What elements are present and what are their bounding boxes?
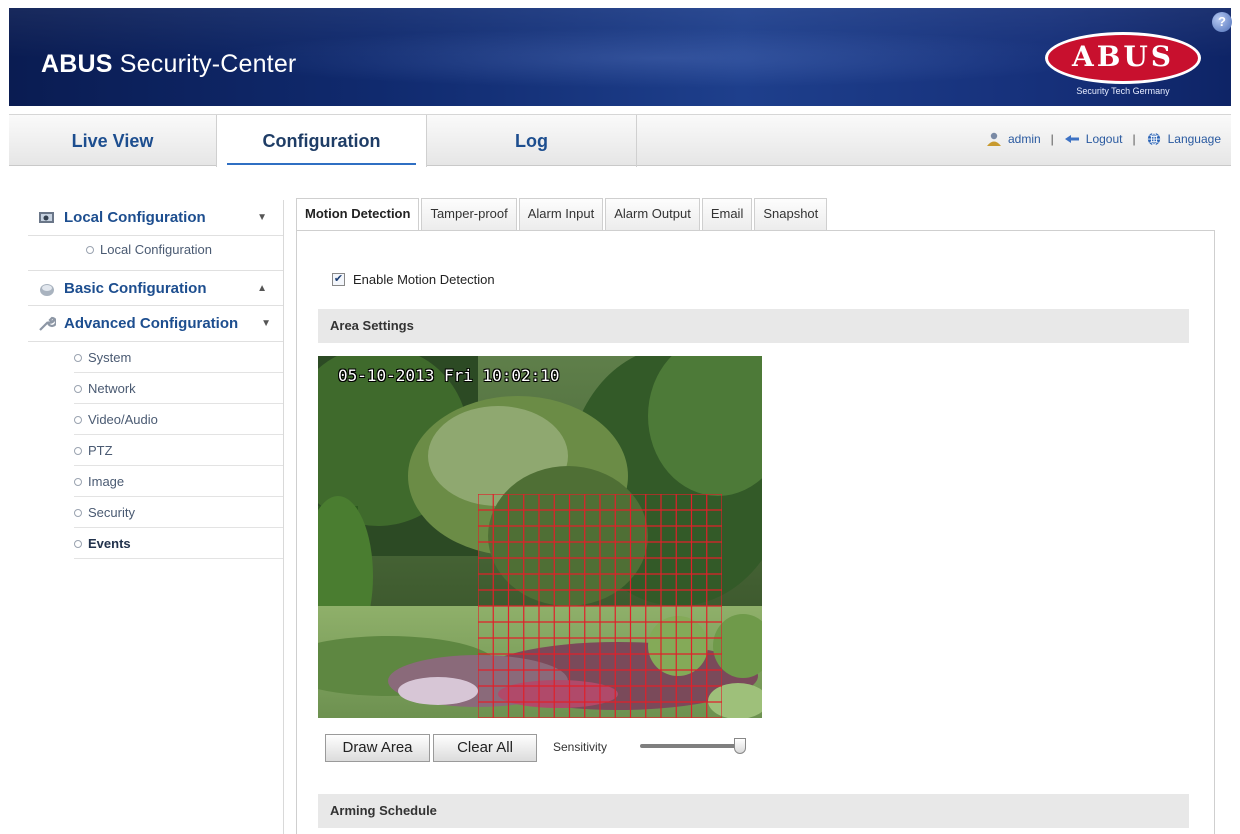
header-banner: ABUS Security-Center ABUS Security Tech … <box>9 8 1231 106</box>
user-area-separator: | <box>1050 132 1054 146</box>
wrench-icon <box>39 316 56 331</box>
abus-logo: ABUS Security Tech Germany <box>1041 30 1209 102</box>
logout-link[interactable]: Logout <box>1086 132 1123 146</box>
tab-email[interactable]: Email <box>701 198 753 230</box>
tab-snapshot[interactable]: Snapshot <box>754 198 828 230</box>
user-area-separator: | <box>1132 132 1136 146</box>
abus-logo-tagline: Security Tech Germany <box>1076 86 1170 96</box>
chevron-up-icon: ▲ <box>257 283 267 294</box>
page: ABUS Security-Center ABUS Security Tech … <box>0 0 1240 834</box>
tab-alarm-input[interactable]: Alarm Input <box>518 198 604 230</box>
tab-motion-detection[interactable]: Motion Detection <box>296 198 420 231</box>
sidebar-item-image[interactable]: Image <box>74 466 283 497</box>
user-name[interactable]: admin <box>1008 132 1041 146</box>
nav-tab-live-view[interactable]: Live View <box>9 115 217 167</box>
sidebar-advanced-configuration-label: Advanced Configuration <box>64 315 239 332</box>
enable-motion-row: ✔ Enable Motion Detection <box>332 272 495 287</box>
sensitivity-slider-thumb[interactable] <box>734 738 746 754</box>
app-title-product: Security-Center <box>112 50 297 78</box>
sidebar-local-configuration-label: Local Configuration <box>64 209 206 226</box>
sidebar-basic-configuration[interactable]: Basic Configuration ▲ <box>28 270 283 306</box>
sidebar-local-configuration[interactable]: Local Configuration ▼ <box>28 200 283 236</box>
sidebar-basic-configuration-label: Basic Configuration <box>64 280 207 297</box>
user-icon <box>986 132 1001 146</box>
sidebar-item-video-audio[interactable]: Video/Audio <box>74 404 283 435</box>
chevron-down-icon: ▼ <box>257 212 267 223</box>
nav-tab-log[interactable]: Log <box>427 115 637 167</box>
sidebar: Local Configuration ▼ Local Configuratio… <box>28 200 284 834</box>
abus-logo-text: ABUS <box>1071 40 1175 73</box>
clear-all-button[interactable]: Clear All <box>433 734 537 762</box>
sidebar-item-ptz[interactable]: PTZ <box>74 435 283 466</box>
tab-tamper-proof[interactable]: Tamper-proof <box>421 198 517 230</box>
camera-monitor-icon <box>39 212 54 223</box>
help-icon[interactable]: ? <box>1212 12 1232 32</box>
sidebar-item-system[interactable]: System <box>74 342 283 373</box>
language-globe-icon <box>1147 132 1160 146</box>
event-tabs: Motion Detection Tamper-proof Alarm Inpu… <box>296 198 829 231</box>
enable-motion-checkbox[interactable]: ✔ <box>332 273 345 286</box>
sidebar-advanced-configuration[interactable]: Advanced Configuration ▼ <box>28 306 283 342</box>
sidebar-item-local-configuration[interactable]: Local Configuration <box>86 236 283 270</box>
sidebar-item-network[interactable]: Network <box>74 373 283 404</box>
area-settings-header: Area Settings <box>318 309 1189 343</box>
sensitivity-label: Sensitivity <box>553 740 608 754</box>
app-title-brand: ABUS <box>41 50 113 78</box>
app-title: ABUS Security-Center <box>41 50 296 79</box>
language-link[interactable]: Language <box>1168 132 1221 146</box>
basic-config-icon <box>40 284 54 296</box>
motion-detection-grid[interactable] <box>478 494 722 718</box>
draw-area-button[interactable]: Draw Area <box>325 734 430 762</box>
main-nav: Live View Configuration Log admin | Logo… <box>9 114 1231 167</box>
sidebar-item-events[interactable]: Events <box>74 528 283 559</box>
camera-timestamp-osd: 05-10-2013 Fri 10:02:10 <box>338 366 560 385</box>
user-area: admin | Logout | Language <box>986 132 1221 146</box>
arming-schedule-header: Arming Schedule <box>318 794 1189 828</box>
enable-motion-label: Enable Motion Detection <box>353 272 495 287</box>
chevron-down-icon: ▼ <box>261 318 271 329</box>
nav-tab-configuration[interactable]: Configuration <box>217 115 427 167</box>
camera-preview[interactable]: 05-10-2013 Fri 10:02:10 <box>318 356 762 718</box>
sidebar-item-security[interactable]: Security <box>74 497 283 528</box>
sensitivity-slider-track[interactable] <box>640 744 740 748</box>
tab-alarm-output[interactable]: Alarm Output <box>605 198 700 230</box>
logout-icon <box>1064 135 1079 143</box>
